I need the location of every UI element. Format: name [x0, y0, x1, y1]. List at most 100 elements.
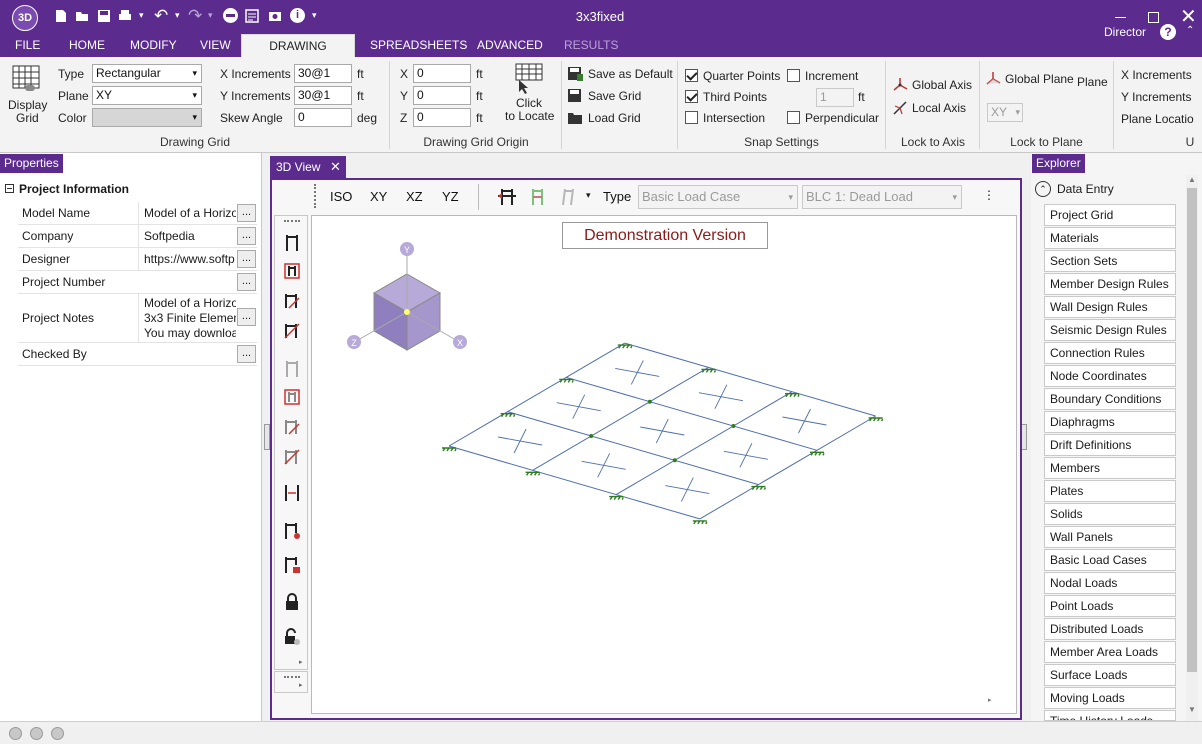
select-members-icon[interactable] [283, 234, 301, 252]
explorer-item[interactable]: Point Loads [1044, 595, 1176, 617]
collapse-section-icon[interactable] [5, 184, 14, 193]
explorer-item[interactable]: Member Area Loads [1044, 641, 1176, 663]
explorer-item[interactable]: Surface Loads [1044, 664, 1176, 686]
perpendicular-checkbox[interactable] [787, 111, 800, 124]
load-options-dropdown-icon[interactable]: ▾ [586, 190, 591, 201]
ribbon-collapse-icon[interactable]: ⌃ [1186, 25, 1194, 36]
yz-view-button[interactable]: YZ [442, 189, 459, 204]
node[interactable] [672, 458, 677, 463]
tab-3d-view[interactable]: 3D View ✕ [270, 156, 346, 178]
app-logo-icon[interactable]: 3D [12, 5, 38, 31]
global-plane-button[interactable]: Global Plane [985, 71, 1075, 87]
explorer-item[interactable]: Materials [1044, 227, 1176, 249]
close-tab-icon[interactable]: ✕ [330, 156, 341, 178]
load-type-select[interactable]: Basic Load Case ▾ [638, 185, 798, 209]
fixed-support[interactable] [500, 413, 516, 418]
x-increments-input[interactable]: 30@1 [294, 64, 352, 83]
tab-home[interactable]: HOME [57, 34, 117, 57]
ellipsis-button[interactable]: ... [237, 345, 256, 363]
collapse-up-icon[interactable]: ⌃ [1035, 181, 1051, 197]
explorer-item[interactable]: Section Sets [1044, 250, 1176, 272]
camera-icon[interactable] [268, 9, 282, 23]
node[interactable] [647, 399, 652, 404]
toolbar-expand-icon[interactable]: ▸ [299, 658, 303, 666]
explorer-item[interactable]: Boundary Conditions [1044, 388, 1176, 410]
model-canvas[interactable]: Demonstration Version Y Z X ▸ [311, 215, 1017, 714]
node[interactable] [731, 424, 736, 428]
unselect-members-icon[interactable] [283, 360, 301, 378]
load-grid-button[interactable]: Load Grid [567, 110, 657, 127]
tab-spreadsheets[interactable]: SPREADSHEETS [358, 34, 479, 57]
plate-edge[interactable] [615, 391, 793, 496]
explorer-item[interactable]: Time History Loads [1044, 710, 1176, 721]
property-value[interactable]: Softpedia [138, 225, 236, 248]
view-cube[interactable]: Y Z X [347, 242, 467, 351]
explorer-item[interactable]: Drift Definitions [1044, 434, 1176, 456]
new-file-icon[interactable] [54, 9, 68, 23]
maximize-icon[interactable] [1148, 12, 1159, 23]
fixed-support[interactable] [701, 368, 717, 373]
member-load-disabled-icon[interactable] [560, 187, 576, 207]
fixed-support[interactable] [525, 471, 541, 476]
plate-edge[interactable] [532, 366, 709, 471]
unselect-plates-icon[interactable] [283, 388, 301, 406]
redo-icon[interactable]: ↷ [188, 6, 202, 26]
save-icon[interactable] [97, 9, 111, 23]
customize-toolbar-icon[interactable]: ▾ [312, 10, 317, 21]
click-to-locate-button[interactable]: Click to Locate [500, 63, 560, 125]
origin-z-input[interactable]: 0 [413, 108, 471, 127]
undo-icon[interactable]: ↶ [154, 6, 168, 26]
iso-view-button[interactable]: ISO [330, 189, 352, 204]
increment-input[interactable]: 1 [816, 88, 854, 107]
redo-dropdown-icon[interactable]: ▾ [208, 10, 213, 21]
explorer-item[interactable]: Node Coordinates [1044, 365, 1176, 387]
skew-angle-input[interactable]: 0 [294, 108, 352, 127]
tab-advanced[interactable]: ADVANCED [465, 34, 555, 57]
status-indicator-icon[interactable] [9, 727, 22, 740]
explorer-item[interactable]: Plates [1044, 480, 1176, 502]
scroll-down-icon[interactable]: ▼ [1188, 705, 1196, 714]
status-indicator-icon[interactable] [30, 727, 43, 740]
tab-results[interactable]: RESULTS [552, 34, 630, 57]
third-points-checkbox[interactable] [685, 90, 698, 103]
explorer-item[interactable]: Connection Rules [1044, 342, 1176, 364]
invert-selection-icon[interactable] [283, 484, 301, 502]
global-axis-button[interactable]: Global Axis [892, 77, 982, 93]
fixed-support[interactable] [810, 451, 825, 456]
fixed-support[interactable] [751, 485, 767, 490]
fixed-support[interactable] [692, 520, 708, 525]
help-icon[interactable]: ? [1160, 24, 1176, 40]
property-value[interactable]: https://www.softp [138, 248, 236, 271]
property-value[interactable]: Model of a Horizo 3x3 Finite Elemen You … [138, 294, 236, 343]
ellipsis-button[interactable]: ... [237, 308, 256, 326]
fixed-support[interactable] [617, 344, 633, 349]
plane-select[interactable]: XY ▾ [92, 86, 202, 105]
scroll-thumb[interactable] [1187, 188, 1197, 672]
origin-y-input[interactable]: 0 [413, 86, 471, 105]
plate-edge[interactable] [699, 415, 876, 520]
node[interactable] [589, 434, 594, 438]
explorer-item[interactable]: Seismic Design Rules [1044, 319, 1176, 341]
ellipsis-button[interactable]: ... [237, 227, 256, 245]
member-load-icon[interactable] [498, 187, 518, 207]
ellipsis-button[interactable]: ... [237, 204, 256, 222]
tab-modify[interactable]: MODIFY [118, 34, 189, 57]
explorer-item[interactable]: Wall Panels [1044, 526, 1176, 548]
quarter-points-checkbox[interactable] [685, 69, 698, 82]
xz-view-button[interactable]: XZ [406, 189, 423, 204]
unselect-line-icon[interactable] [283, 448, 301, 466]
scroll-up-icon[interactable]: ▲ [1188, 175, 1196, 184]
minus-circle-icon[interactable] [223, 8, 238, 23]
fixed-support[interactable] [442, 447, 457, 452]
lock-icon[interactable] [283, 593, 301, 611]
print-dropdown-icon[interactable]: ▾ [139, 10, 144, 21]
fixed-support[interactable] [868, 417, 884, 422]
open-folder-icon[interactable] [75, 9, 89, 23]
select-plates-icon[interactable] [283, 262, 301, 280]
minimize-icon[interactable] [1115, 17, 1126, 18]
explorer-item[interactable]: Solids [1044, 503, 1176, 525]
explorer-item[interactable]: Distributed Loads [1044, 618, 1176, 640]
lock-plane-select[interactable]: XY ▾ [987, 103, 1023, 122]
type-select[interactable]: Rectangular ▾ [92, 64, 202, 83]
tab-drawing-tools[interactable]: DRAWING TOOLS [241, 34, 355, 76]
